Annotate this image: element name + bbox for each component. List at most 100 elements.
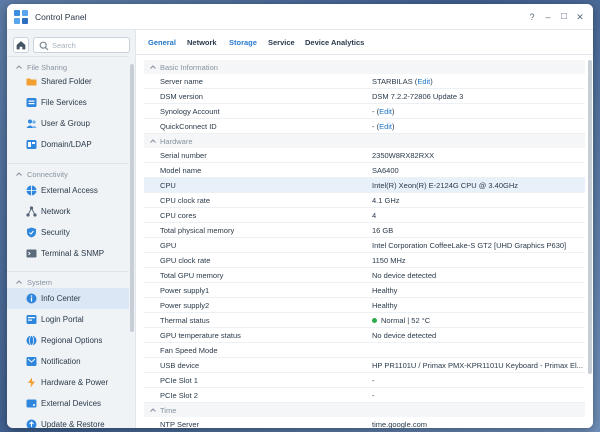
globe-icon (26, 185, 37, 196)
sidebar-item-label: Notification (41, 357, 81, 366)
sidebar-item-hardware-power[interactable]: Hardware & Power (7, 372, 129, 393)
sidebar-item-shared-folder[interactable]: Shared Folder (7, 71, 129, 92)
info-row: Server name STARBILAS (Edit) (144, 74, 585, 89)
info-row: Thermal status Normal | 52 °C (144, 313, 585, 328)
title-bar: Control Panel ? – □ ✕ (7, 4, 593, 30)
shield-icon (27, 227, 36, 238)
folder-icon (26, 78, 37, 86)
sidebar-item-external-access[interactable]: External Access (7, 180, 129, 201)
tab-storage[interactable]: Storage (229, 38, 257, 47)
control-panel-window: Control Panel ? – □ ✕ File Sharing Share… (7, 4, 593, 428)
edit-synology-account-link[interactable]: Edit (379, 107, 392, 116)
home-icon (16, 41, 26, 50)
sidebar-item-label: User & Group (41, 119, 90, 128)
update-icon (26, 419, 37, 428)
info-value: 4 (372, 211, 377, 220)
info-row: QuickConnect ID - (Edit) (144, 119, 585, 134)
group-hardware[interactable]: Hardware (144, 134, 585, 148)
domain-icon (26, 140, 37, 149)
info-row: GPU Intel Corporation CoffeeLake-S GT2 [… (144, 238, 585, 253)
info-row: CPU clock rate 4.1 GHz (144, 193, 585, 208)
info-row: DSM version DSM 7.2.2-72806 Update 3 (144, 89, 585, 104)
info-label: Fan Speed Mode (160, 346, 218, 355)
tab-network[interactable]: Network (187, 38, 217, 47)
sidebar-item-external-devices[interactable]: External Devices (7, 393, 129, 414)
search-icon (39, 41, 49, 51)
info-row: Total physical memory 16 GB (144, 223, 585, 238)
info-label: Power supply2 (160, 301, 210, 310)
info-value: No device detected (372, 271, 437, 280)
info-value: HP PR1101U / Primax PMX-KPR1101U Keyboar… (372, 361, 583, 370)
sidebar-item-network[interactable]: Network (7, 201, 129, 222)
tab-general[interactable]: General (148, 38, 176, 47)
info-icon (26, 293, 37, 304)
sidebar-item-notification[interactable]: Notification (7, 351, 129, 372)
info-value: - (Edit) (372, 122, 395, 131)
info-row: NTP Server time.google.com (144, 417, 585, 428)
main-panel: General Network Storage Service Device A… (136, 30, 593, 428)
sidebar-item-label: File Services (41, 98, 87, 107)
info-label: GPU temperature status (160, 331, 241, 340)
info-label: GPU (160, 241, 177, 250)
sidebar-item-file-services[interactable]: File Services (7, 92, 129, 113)
info-value: - (372, 376, 375, 385)
control-panel-icon (14, 10, 28, 24)
sidebar-item-info-center[interactable]: Info Center (7, 288, 129, 309)
info-row: GPU temperature status No device detecte… (144, 328, 585, 343)
minimize-button[interactable]: – (541, 10, 555, 24)
tab-service[interactable]: Service (268, 38, 295, 47)
sidebar-item-label: External Access (41, 186, 98, 195)
info-value: 2350W8RX82RXX (372, 151, 435, 160)
maximize-button[interactable]: □ (557, 10, 571, 24)
tab-device-analytics[interactable]: Device Analytics (305, 38, 364, 47)
sidebar-item-security[interactable]: Security (7, 222, 129, 243)
sidebar: File Sharing Shared Folder File Services… (7, 30, 136, 428)
edit-server-name-link[interactable]: Edit (417, 77, 430, 86)
thermal-status-value: Normal | 52 °C (372, 316, 430, 325)
search-input[interactable] (52, 40, 126, 51)
info-label: NTP Server (160, 420, 200, 428)
status-dot-icon (372, 318, 377, 323)
help-icon[interactable]: ? (525, 10, 539, 24)
chevron-up-icon (150, 65, 156, 69)
info-label: DSM version (160, 92, 203, 101)
tab-bar: General Network Storage Service Device A… (136, 30, 593, 55)
sidebar-item-user-group[interactable]: User & Group (7, 113, 129, 134)
sidebar-item-login-portal[interactable]: Login Portal (7, 309, 129, 330)
sidebar-scrollbar[interactable] (130, 64, 134, 332)
group-time[interactable]: Time (144, 403, 585, 417)
home-button[interactable] (13, 37, 29, 53)
group-label: Time (160, 406, 177, 415)
info-value: SA6400 (372, 166, 399, 175)
sidebar-item-domain-ldap[interactable]: Domain/LDAP (7, 134, 129, 155)
info-label: PCIe Slot 1 (160, 376, 198, 385)
content-scrollbar[interactable] (588, 60, 592, 374)
sidebar-item-terminal-snmp[interactable]: Terminal & SNMP (7, 243, 129, 264)
info-label: CPU cores (160, 211, 197, 220)
section-label: Connectivity (27, 170, 68, 179)
sidebar-item-label: Hardware & Power (41, 378, 109, 387)
chevron-up-icon (150, 139, 156, 143)
sidebar-item-update-restore[interactable]: Update & Restore (7, 414, 129, 428)
info-label: Thermal status (160, 316, 210, 325)
group-label: Hardware (160, 137, 193, 146)
external-devices-icon (26, 399, 37, 408)
info-row: Synology Account - (Edit) (144, 104, 585, 119)
info-value: 4.1 GHz (372, 196, 400, 205)
user-group-icon (26, 119, 37, 128)
info-value: DSM 7.2.2-72806 Update 3 (372, 92, 464, 101)
edit-quickconnect-link[interactable]: Edit (379, 122, 392, 131)
quickconnect-id-value: - (372, 122, 375, 131)
hardware-icon (28, 377, 35, 388)
info-value: Healthy (372, 286, 398, 295)
info-row: CPU Intel(R) Xeon(R) E-2124G CPU @ 3.40G… (144, 178, 585, 193)
info-value: Intel Corporation CoffeeLake-S GT2 [UHD … (372, 241, 567, 250)
sidebar-item-regional-options[interactable]: Regional Options (7, 330, 129, 351)
info-row: Total GPU memory No device detected (144, 268, 585, 283)
group-basic-information[interactable]: Basic Information (144, 60, 585, 74)
chevron-up-icon (16, 280, 22, 284)
server-name-value: STARBILAS (372, 77, 413, 86)
info-row: Serial number 2350W8RX82RXX (144, 148, 585, 163)
info-row: Fan Speed Mode (144, 343, 585, 358)
close-button[interactable]: ✕ (573, 10, 587, 24)
